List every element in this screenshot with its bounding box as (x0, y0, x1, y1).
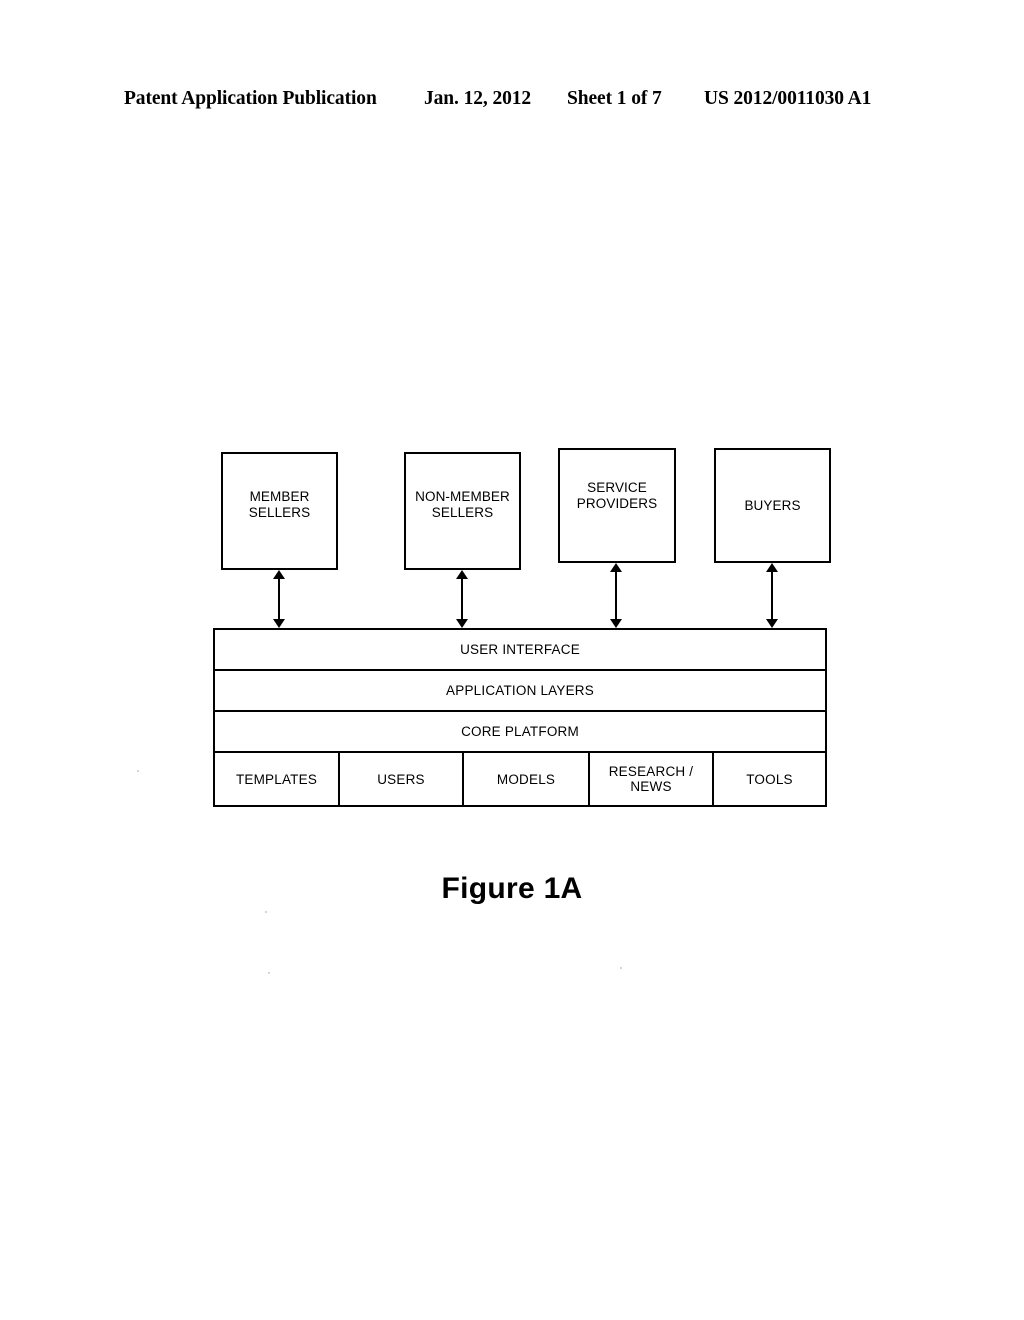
component-cell-tools: TOOLS (714, 753, 825, 805)
arrow-shaft (278, 577, 280, 621)
double-arrow-icon-buyers (765, 563, 779, 628)
stack-layer-label-user-interface: USER INTERFACE (460, 642, 580, 657)
actor-box-buyers: BUYERS (714, 448, 831, 563)
actor-box-non-member-sellers: NON-MEMBER SELLERS (404, 452, 521, 570)
arrow-head-down-icon (766, 619, 778, 628)
actor-label-non-member-sellers: NON-MEMBER SELLERS (415, 489, 510, 520)
actor-label-service-providers: SERVICE PROVIDERS (576, 479, 658, 511)
scan-speckle (620, 967, 622, 969)
component-cell-users: USERS (340, 753, 464, 805)
component-label-users: USERS (377, 771, 425, 787)
arrow-shaft (615, 570, 617, 621)
arrow-head-down-icon (610, 619, 622, 628)
figure-1a-diagram: MEMBER SELLERS NON-MEMBER SELLERS SERVICE P… (0, 0, 1024, 1320)
component-label-models: MODELS (496, 771, 556, 787)
actor-box-service-providers: SERVICE PROVIDERS (558, 448, 676, 563)
arrow-shaft (461, 577, 463, 621)
platform-stack: USER INTERFACE APPLICATION LAYERS CORE P… (213, 628, 827, 807)
scan-speckle (137, 770, 139, 772)
stack-layer-label-core-platform: CORE PLATFORM (461, 724, 579, 739)
scan-speckle (268, 972, 270, 974)
stack-layer-label-application-layers: APPLICATION LAYERS (446, 683, 594, 698)
stack-layer-user-interface: USER INTERFACE (215, 630, 825, 671)
double-arrow-icon-non-member-sellers (455, 570, 469, 628)
stack-layer-core-platform: CORE PLATFORM (215, 712, 825, 753)
component-cell-models: MODELS (464, 753, 590, 805)
component-cell-templates: TEMPLATES (215, 753, 340, 805)
component-cell-research-news: RESEARCH / NEWS (590, 753, 714, 805)
double-arrow-icon-member-sellers (272, 570, 286, 628)
actor-label-member-sellers: MEMBER SELLERS (248, 489, 311, 520)
arrow-head-down-icon (456, 619, 468, 628)
actor-box-member-sellers: MEMBER SELLERS (221, 452, 338, 570)
arrow-head-down-icon (273, 619, 285, 628)
arrow-shaft (771, 570, 773, 621)
component-label-templates: TEMPLATES (235, 771, 318, 787)
component-label-research-news: RESEARCH / NEWS (608, 764, 694, 794)
double-arrow-icon-service-providers (609, 563, 623, 628)
core-platform-components-row: TEMPLATES USERS MODELS RESEARCH / NEWS TO… (215, 753, 825, 805)
component-label-tools: TOOLS (746, 771, 793, 787)
figure-caption: Figure 1A (441, 872, 583, 905)
actor-label-buyers: BUYERS (744, 497, 801, 513)
scan-speckle (265, 911, 267, 913)
stack-layer-application-layers: APPLICATION LAYERS (215, 671, 825, 712)
